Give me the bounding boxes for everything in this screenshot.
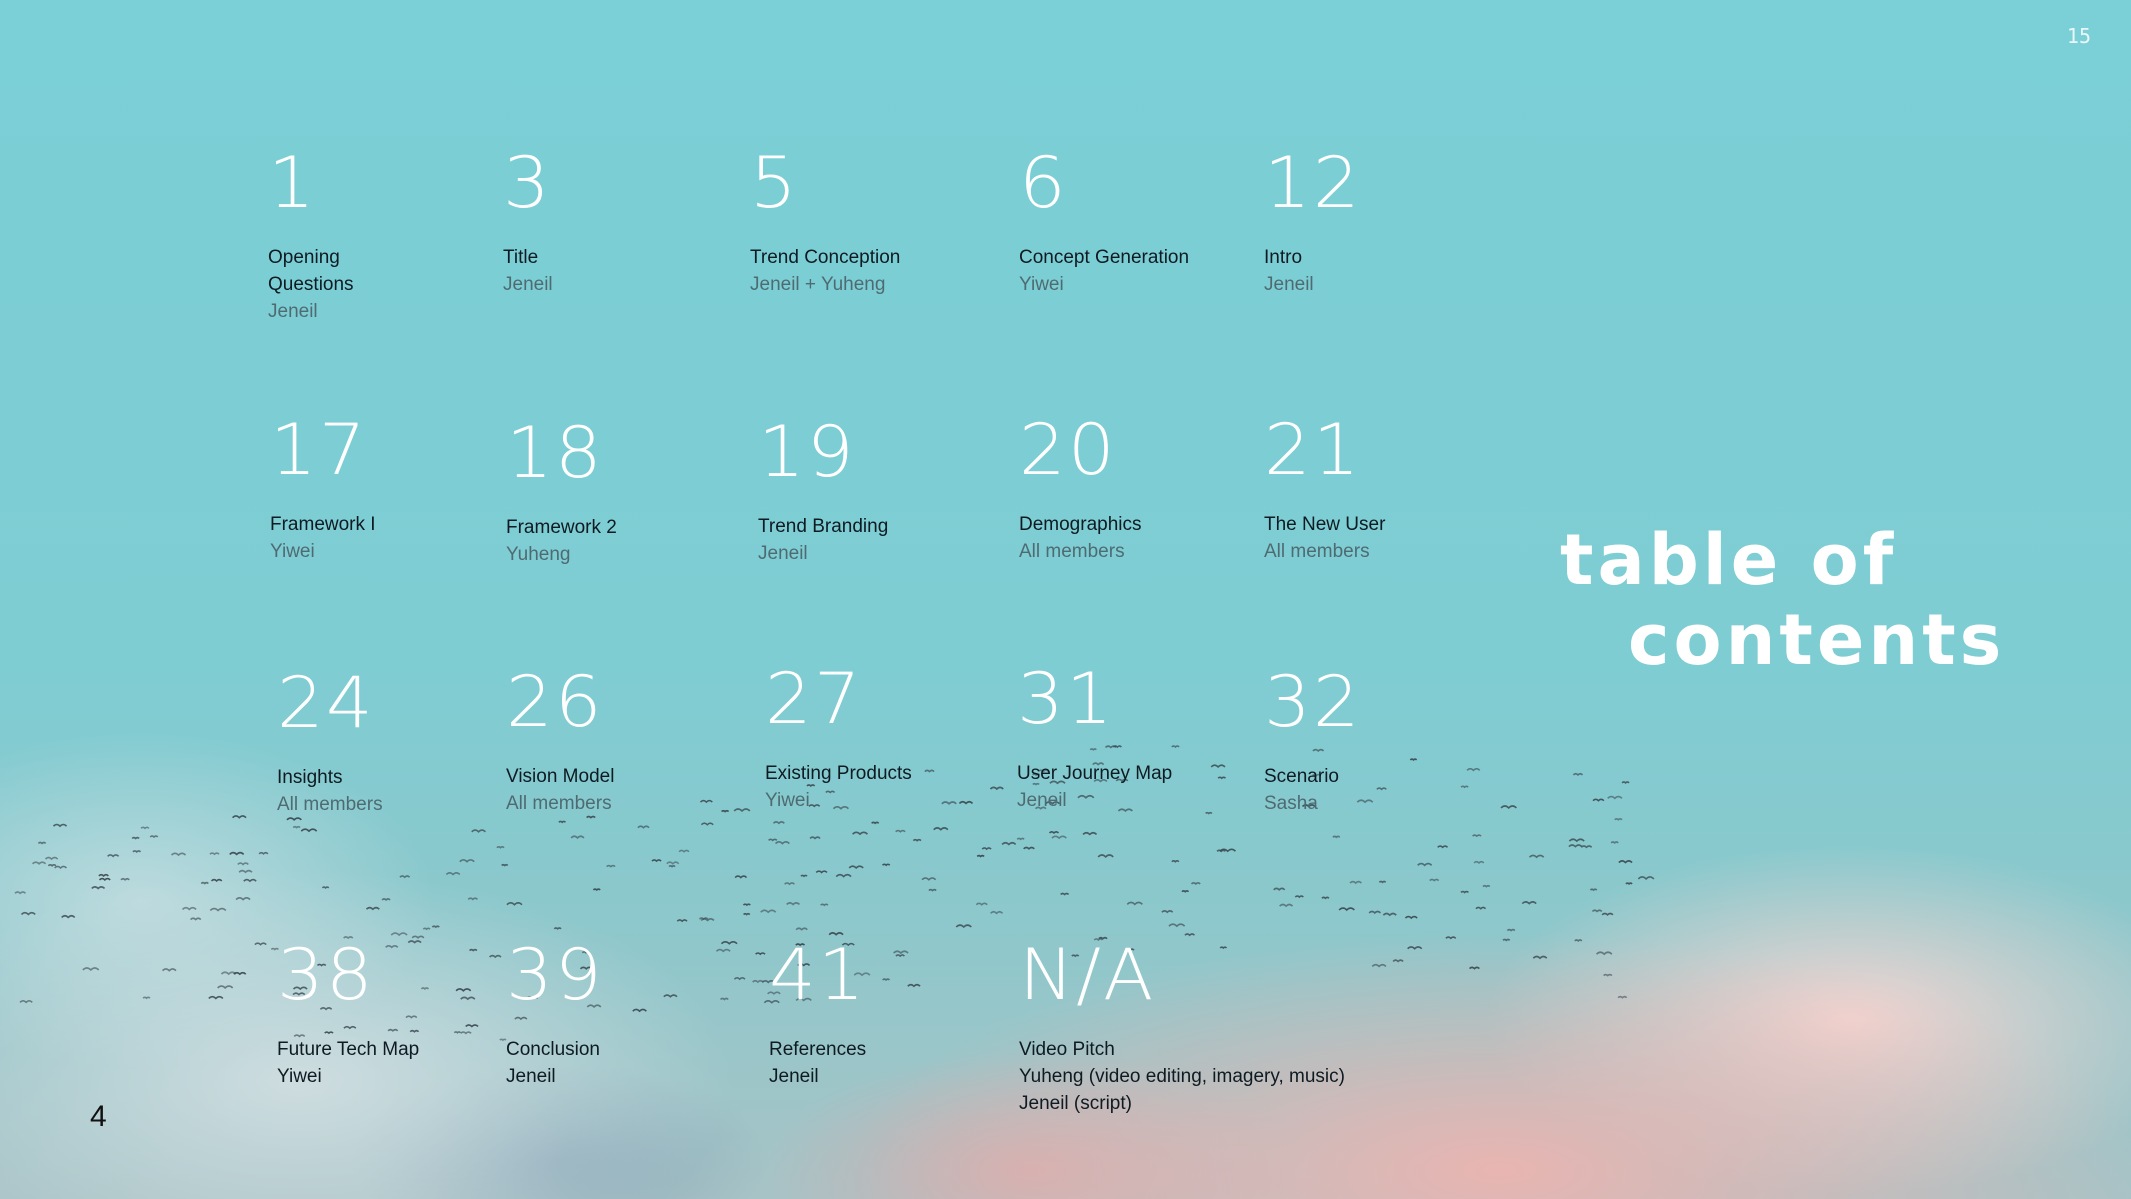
entry-number: 39 (506, 934, 604, 1016)
entry-title: Insights (277, 767, 343, 788)
entry-presenter: All members (1019, 541, 1125, 562)
toc-heading: table of contents (1560, 520, 2005, 680)
entry-presenter: All members (1264, 541, 1370, 562)
toc-entry[interactable]: 12 Intro Jeneil (1264, 148, 1360, 298)
entry-title: References (769, 1039, 867, 1060)
entry-title: Framework 2 (506, 517, 617, 538)
entry-presenter: Jeneil (268, 301, 318, 322)
entry-number: 20 (1019, 409, 1117, 491)
entry-presenter: All members (277, 794, 383, 815)
entry-title: Trend Branding (758, 516, 889, 537)
toc-entry[interactable]: 39 Conclusion Jeneil (506, 940, 602, 1090)
toc-entry[interactable]: 1 Opening Questions Jeneil (268, 148, 368, 325)
entry-title: Title (503, 247, 539, 268)
toc-entry[interactable]: 27 Existing Products Yiwei (765, 664, 912, 814)
toc-entry[interactable]: 6 Concept Generation Yiwei (1019, 148, 1189, 298)
entry-title: User Journey Map (1017, 763, 1173, 784)
entry-number: 26 (506, 661, 604, 743)
entry-presenter: Jeneil (758, 543, 808, 564)
entry-number: 21 (1264, 409, 1362, 491)
toc-heading-line2: contents (1628, 599, 2006, 681)
entry-presenter: Yiwei (765, 790, 810, 811)
toc-heading-line1: table of (1560, 519, 1898, 601)
toc-entry[interactable]: 18 Framework 2 Yuheng (506, 418, 617, 568)
entry-number: 3 (503, 142, 552, 224)
entry-title: Existing Products (765, 763, 912, 784)
entry-presenter: Yuheng (506, 544, 571, 565)
toc-entry[interactable]: 17 Framework I Yiwei (270, 415, 376, 565)
entry-number: N/A (1019, 934, 1156, 1016)
entry-presenter: Yiwei (270, 541, 315, 562)
toc-entry[interactable]: N/A Video Pitch Yuheng (video editing, i… (1019, 940, 1345, 1117)
entry-title: Opening Questions (268, 247, 354, 295)
entry-title: Conclusion (506, 1039, 600, 1060)
entry-number: 18 (506, 412, 604, 494)
entry-presenter: Jeneil (769, 1066, 819, 1087)
slide-number: 4 (90, 1100, 107, 1133)
entry-presenter: Jeneil + Yuheng (750, 274, 886, 295)
entry-presenter: All members (506, 793, 612, 814)
toc-entry[interactable]: 20 Demographics All members (1019, 415, 1142, 565)
entry-number: 24 (277, 662, 375, 744)
toc-entry[interactable]: 26 Vision Model All members (506, 667, 614, 817)
entry-presenter: Jeneil (503, 274, 553, 295)
entry-number: 38 (277, 934, 375, 1016)
entry-number: 1 (268, 142, 317, 224)
entry-title: Future Tech Map (277, 1039, 420, 1060)
entry-presenter: Jeneil (1017, 790, 1067, 811)
entry-title: Scenario (1264, 766, 1339, 787)
entry-presenter: Sasha (1264, 793, 1318, 814)
entry-number: 17 (270, 409, 368, 491)
entry-presenter: Jeneil (1264, 274, 1314, 295)
entry-number: 32 (1264, 661, 1362, 743)
entry-title: Demographics (1019, 514, 1142, 535)
toc-entry[interactable]: 21 The New User All members (1264, 415, 1385, 565)
entry-title: Vision Model (506, 766, 615, 787)
entry-title: Trend Conception (750, 247, 901, 268)
entry-number: 6 (1019, 142, 1068, 224)
entry-presenter: Jeneil (506, 1066, 556, 1087)
entry-title: Concept Generation (1019, 247, 1190, 268)
entry-number: 41 (769, 934, 867, 1016)
entry-number: 12 (1264, 142, 1362, 224)
toc-entry[interactable]: 31 User Journey Map Jeneil (1017, 664, 1172, 814)
toc-entry[interactable]: 38 Future Tech Map Yiwei (277, 940, 419, 1090)
entry-presenter: Yiwei (1019, 274, 1064, 295)
entry-number: 31 (1017, 658, 1115, 740)
entry-presenter-secondary: Jeneil (script) (1019, 1093, 1132, 1114)
entry-title: Video Pitch (1019, 1039, 1115, 1060)
entry-title: The New User (1264, 514, 1386, 535)
page-number-top: 15 (2066, 24, 2091, 48)
entry-title: Framework I (270, 514, 376, 535)
toc-entry[interactable]: 24 Insights All members (277, 668, 383, 818)
entry-number: 27 (765, 658, 863, 740)
toc-entry[interactable]: 5 Trend Conception Jeneil + Yuheng (750, 148, 900, 298)
toc-entry[interactable]: 41 References Jeneil (769, 940, 866, 1090)
toc-entry[interactable]: 3 Title Jeneil (503, 148, 553, 298)
entry-number: 5 (750, 142, 799, 224)
entry-presenter: Yuheng (video editing, imagery, music) (1019, 1066, 1345, 1087)
entry-title: Intro (1264, 247, 1303, 268)
toc-entry[interactable]: 19 Trend Branding Jeneil (758, 417, 888, 567)
entry-presenter: Yiwei (277, 1066, 322, 1087)
entry-number: 19 (758, 411, 856, 493)
toc-entry[interactable]: 32 Scenario Sasha (1264, 667, 1360, 817)
